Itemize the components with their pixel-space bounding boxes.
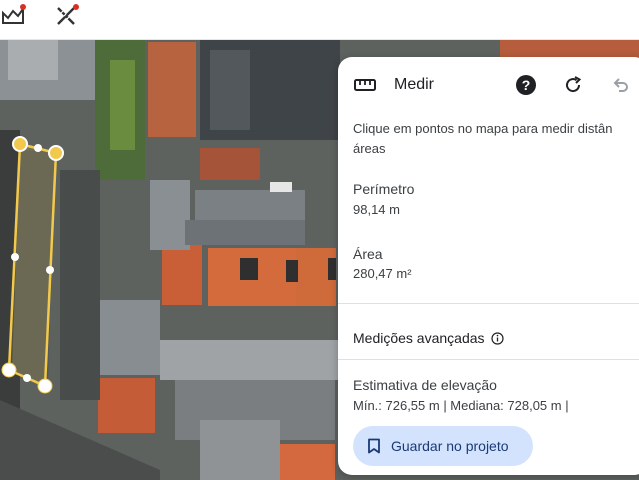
terrain-chart-tool[interactable] xyxy=(0,4,26,28)
perimeter-value: 98,14 m xyxy=(353,202,400,217)
panel-header: Medir ? xyxy=(338,57,639,113)
save-to-project-button[interactable]: Guardar no projeto xyxy=(353,426,533,466)
ruler-icon xyxy=(353,73,377,97)
save-button-label: Guardar no projeto xyxy=(391,438,509,454)
area-value: 280,47 m² xyxy=(353,266,412,281)
help-icon: ? xyxy=(516,75,536,95)
instruction-line: áreas xyxy=(353,141,386,156)
info-icon[interactable] xyxy=(490,331,504,345)
bookmark-icon xyxy=(368,438,380,454)
advanced-measurements-label: Medições avançadas xyxy=(353,330,485,346)
undo-icon xyxy=(613,78,628,92)
svg-text:?: ? xyxy=(522,77,531,93)
divider xyxy=(338,303,639,304)
elevation-label: Estimativa de elevação xyxy=(353,377,497,393)
elevation-stats: Mín.: 726,55 m | Mediana: 728,05 m | xyxy=(353,398,569,413)
panel-title: Medir xyxy=(394,76,435,93)
reset-button[interactable] xyxy=(561,73,585,97)
measure-tool[interactable] xyxy=(53,4,79,28)
instruction-line: Clique em pontos no mapa para medir dist… xyxy=(353,121,613,136)
notification-badge xyxy=(73,4,79,10)
instruction-text: Clique em pontos no mapa para medir dist… xyxy=(353,119,639,159)
measure-panel: Medir ? Clique em pontos no mapa para me… xyxy=(338,57,639,475)
undo-button[interactable] xyxy=(608,73,632,97)
divider xyxy=(338,359,639,360)
help-button[interactable]: ? xyxy=(514,73,538,97)
top-toolbar xyxy=(0,0,639,40)
advanced-measurements-header[interactable]: Medições avançadas xyxy=(353,330,504,346)
notification-badge xyxy=(20,4,26,10)
area-label: Área xyxy=(353,246,383,262)
perimeter-label: Perímetro xyxy=(353,181,415,197)
refresh-icon xyxy=(566,76,582,93)
